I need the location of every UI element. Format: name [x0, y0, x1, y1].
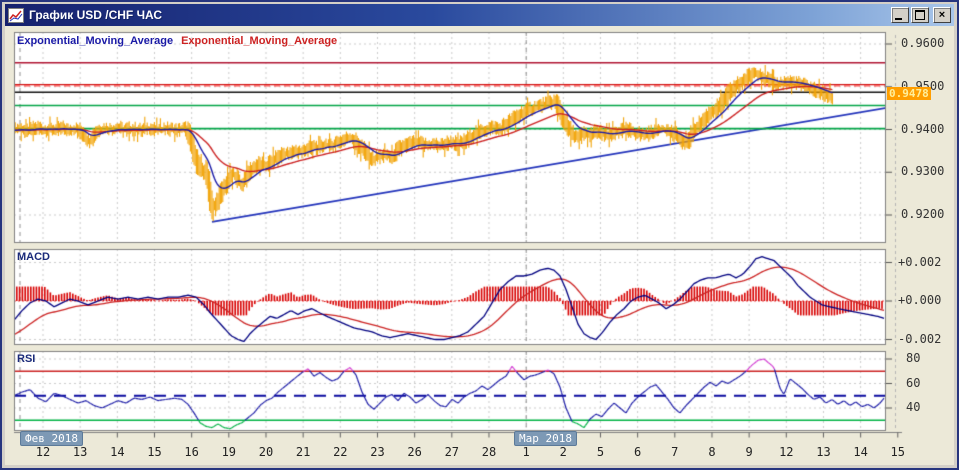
price-axis-label: 0.9300 — [901, 164, 945, 179]
x-axis-label: 14 — [110, 445, 125, 459]
x-axis-label: 1 — [522, 445, 530, 459]
month-badge-mar: Мар 2018 — [514, 431, 577, 446]
macd-pane-label: MACD — [17, 251, 50, 263]
rsi-axis-label: 60 — [906, 375, 921, 390]
x-axis-label: 27 — [444, 445, 460, 459]
x-axis-label: 22 — [333, 445, 348, 459]
macd-axis-label: +0.002 — [898, 254, 942, 269]
close-button[interactable]: × — [933, 7, 951, 23]
x-axis-label: 6 — [634, 445, 642, 459]
indicator-legend: Exponential_Moving_Average Exponential_M… — [17, 35, 337, 47]
rsi-pane-label: RSI — [17, 353, 36, 365]
x-axis-label: 16 — [184, 445, 199, 459]
chart-app-icon — [8, 7, 24, 23]
window-title: График USD /CHF ЧАС — [29, 8, 163, 22]
price-axis-label: 0.9600 — [901, 36, 945, 50]
x-axis-label: 19 — [221, 445, 237, 459]
maximize-button[interactable] — [911, 7, 929, 23]
rsi-axis-label: 80 — [906, 351, 921, 365]
x-axis-label: 8 — [708, 445, 716, 459]
rsi-axis-label: 40 — [906, 400, 921, 414]
current-price-badge: 0.9478 — [887, 87, 931, 100]
x-axis-label: 7 — [671, 445, 679, 459]
x-axis-label: 12 — [35, 445, 51, 459]
x-axis-label: 2 — [559, 445, 567, 459]
ema-fast-legend-label: Exponential_Moving_Average — [17, 35, 174, 47]
x-axis-label: 23 — [370, 445, 385, 459]
minimize-icon — [895, 18, 902, 20]
maximize-icon — [915, 10, 925, 20]
x-axis-label: 20 — [258, 445, 274, 459]
x-axis-label: 13 — [816, 445, 831, 459]
x-axis-label: 15 — [890, 445, 905, 459]
x-axis-label: 21 — [295, 445, 311, 459]
window-titlebar[interactable]: График USD /CHF ЧАС × — [5, 4, 954, 26]
ema-slow-legend-label: Exponential_Moving_Average — [181, 35, 338, 47]
x-axis-label: 9 — [745, 445, 753, 459]
x-axis-label: 28 — [481, 445, 497, 459]
x-axis-label: 13 — [72, 445, 88, 459]
x-axis-label: 26 — [407, 445, 422, 459]
chart-surface[interactable] — [0, 0, 959, 470]
macd-axis-label: +0.000 — [898, 293, 942, 307]
x-axis-label: 15 — [147, 445, 162, 459]
x-axis-label: 5 — [596, 445, 605, 459]
close-icon: × — [938, 9, 946, 21]
price-axis-label: 0.9200 — [901, 207, 945, 221]
x-axis-label: 14 — [853, 445, 868, 459]
chart-window: График USD /CHF ЧАС × Exponential_Moving… — [0, 0, 959, 470]
month-badge-feb: Фев 2018 — [20, 431, 83, 446]
window-controls: × — [891, 7, 951, 23]
x-axis-label: 12 — [779, 445, 794, 459]
price-axis-label: 0.9400 — [901, 121, 945, 136]
macd-axis-label: -0.002 — [898, 331, 942, 346]
minimize-button[interactable] — [891, 7, 909, 23]
